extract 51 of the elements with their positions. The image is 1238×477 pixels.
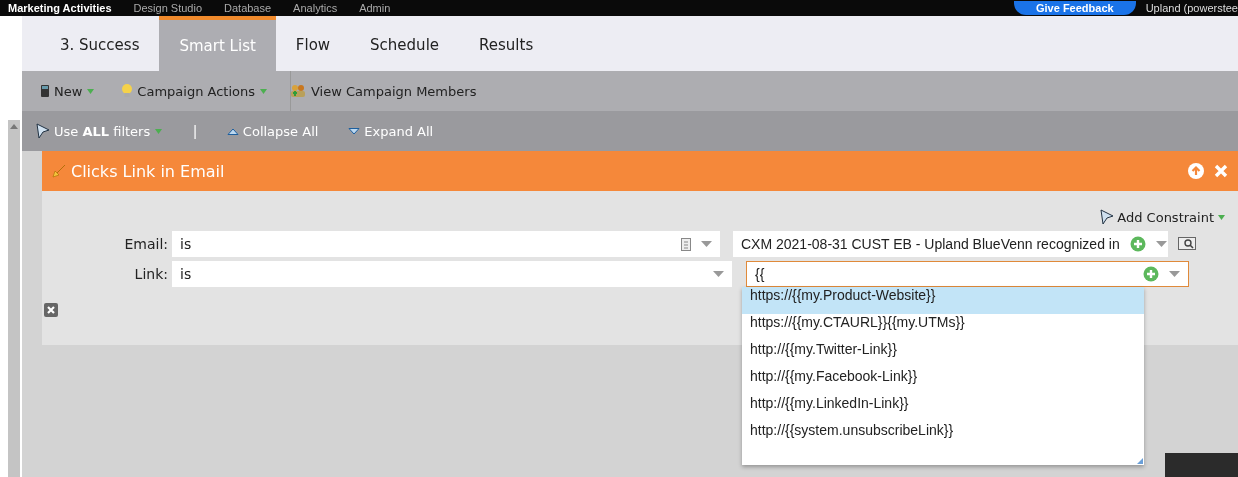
toolbar-button[interactable]: Campaign Actions xyxy=(117,83,272,99)
search-icon xyxy=(1178,237,1196,251)
close-icon xyxy=(1214,164,1228,178)
suggestion-item[interactable]: http://{{system.unsubscribeLink}} xyxy=(742,422,1144,449)
caret-icon xyxy=(1169,271,1180,277)
document-icon xyxy=(681,237,691,251)
nav-item[interactable]: Design Studio xyxy=(133,1,202,15)
field-label: Email: xyxy=(123,236,169,252)
nav-item[interactable]: Admin xyxy=(359,1,391,15)
toolbar-button[interactable]: New xyxy=(36,83,100,99)
pointer-icon xyxy=(52,164,66,178)
caret-icon xyxy=(713,271,724,277)
add-icon xyxy=(1129,236,1146,252)
feedback-button[interactable]: Give Feedback xyxy=(1014,1,1136,15)
suggestion-item[interactable]: http://{{my.LinkedIn-Link}} xyxy=(742,395,1144,422)
delete-icon xyxy=(44,303,58,317)
caret-icon xyxy=(154,127,164,135)
nav-item[interactable]: Database xyxy=(224,1,272,15)
lightbulb-icon xyxy=(121,83,134,99)
operator-select[interactable]: is xyxy=(172,261,732,287)
add-icon xyxy=(1143,266,1159,282)
nav-item[interactable]: Marketing Activities xyxy=(8,1,112,15)
field-label: Link: xyxy=(133,266,169,282)
triangle-up-icon xyxy=(226,127,239,135)
document-icon xyxy=(40,84,50,98)
scroll-up-icon xyxy=(10,124,18,129)
people-icon xyxy=(289,83,307,99)
tab[interactable]: 3. Success xyxy=(40,16,160,71)
operator-select[interactable]: is xyxy=(172,231,720,257)
caret-icon xyxy=(1217,213,1226,221)
triangle-down-icon xyxy=(348,127,361,135)
tab[interactable]: Flow xyxy=(275,16,351,71)
separator: | xyxy=(193,123,197,139)
suggestion-item[interactable]: https://{{my.CTAURL}}{{my.UTMs}} xyxy=(742,314,1144,341)
caret-icon xyxy=(1155,241,1167,247)
suggestion-item[interactable]: https://{{my.Product-Website}} xyxy=(742,287,1144,314)
resize-handle-icon xyxy=(1137,458,1143,464)
filter-title: Clicks Link in Email xyxy=(71,161,225,181)
toolbar-button[interactable]: View Campaign Members xyxy=(285,83,481,99)
suggestion-item[interactable]: http://{{my.Facebook-Link}} xyxy=(742,368,1144,395)
tab[interactable]: Schedule xyxy=(350,16,460,71)
add-constraint-button[interactable]: Add Constraint xyxy=(1100,207,1226,227)
nav-item[interactable]: Analytics xyxy=(293,1,338,15)
tab[interactable]: Results xyxy=(459,16,554,71)
email-select[interactable]: CXM 2021-08-31 CUST EB - Upland BlueVenn recognized in xyxy=(733,231,1168,257)
link-input-field[interactable]: {{ xyxy=(746,261,1189,287)
account-name[interactable]: Upland (powerstee xyxy=(1145,2,1238,14)
caret-icon xyxy=(701,241,712,247)
scrollbar[interactable] xyxy=(8,120,20,477)
arrow-up-icon xyxy=(1188,163,1204,179)
suggestion-item[interactable]: http://{{my.Twitter-Link}} xyxy=(742,341,1144,368)
